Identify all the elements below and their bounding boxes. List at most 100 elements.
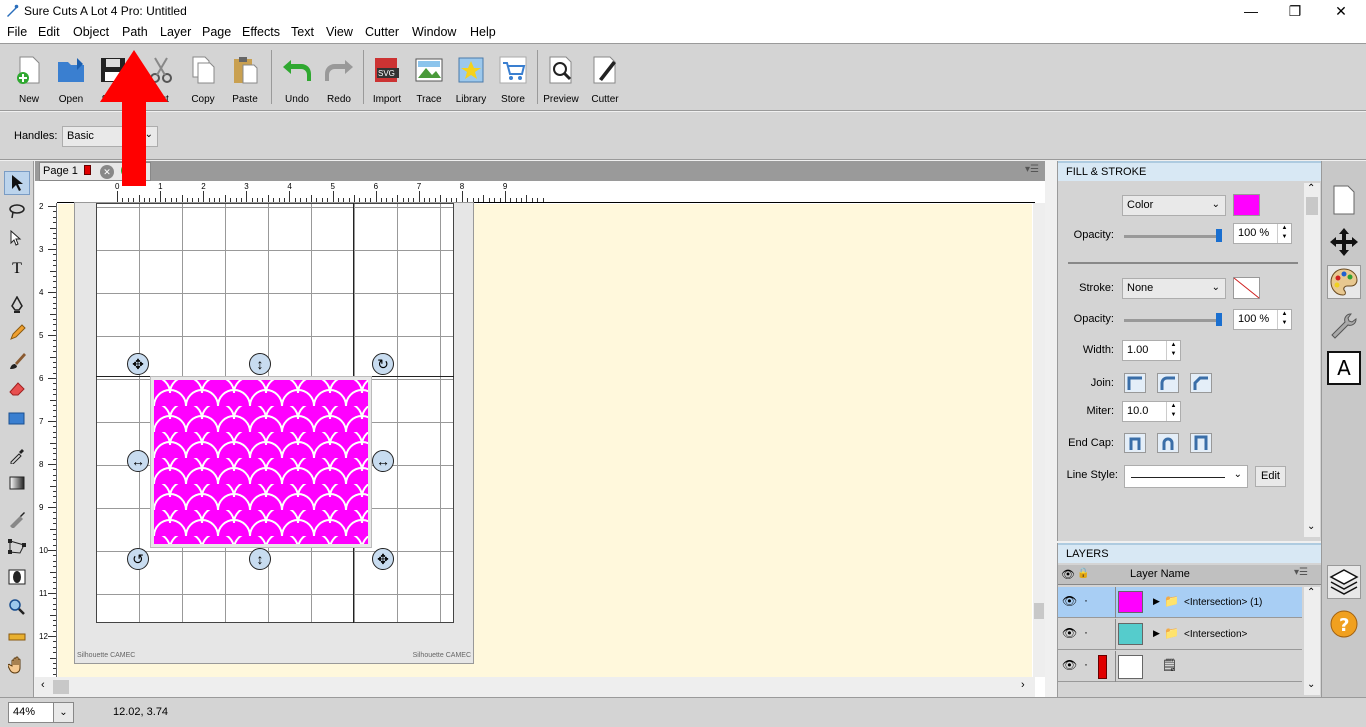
- text-panel-button[interactable]: A: [1327, 351, 1361, 385]
- join-miter-button[interactable]: [1124, 373, 1146, 393]
- join-round-button[interactable]: [1157, 373, 1179, 393]
- chevron-down-icon[interactable]: ⌄: [1307, 521, 1315, 532]
- menu-layer[interactable]: Layer: [160, 25, 191, 39]
- scrollbar-thumb[interactable]: [53, 680, 69, 694]
- cap-square-button[interactable]: [1190, 433, 1212, 453]
- menu-object[interactable]: Object: [73, 25, 109, 39]
- brush-tool[interactable]: [4, 349, 30, 373]
- rotate-handle-bottom-left[interactable]: ↺: [127, 548, 149, 570]
- menu-page[interactable]: Page: [202, 25, 231, 39]
- resize-handle-right[interactable]: ↔: [372, 450, 394, 472]
- select-tool[interactable]: [4, 171, 30, 195]
- paste-button[interactable]: Paste: [224, 50, 266, 108]
- menu-effects[interactable]: Effects: [242, 25, 280, 39]
- expand-triangle-icon[interactable]: ▶: [1153, 628, 1160, 639]
- store-button[interactable]: Store: [492, 50, 534, 108]
- miter-input[interactable]: 10.0 ▲ ▼: [1122, 401, 1181, 422]
- menu-cutter[interactable]: Cutter: [365, 25, 399, 39]
- visibility-eye-icon[interactable]: 👁: [1062, 594, 1077, 608]
- line-style-edit-button[interactable]: Edit: [1255, 466, 1286, 487]
- resize-handle-top[interactable]: ↕: [249, 353, 271, 375]
- gradient-tool[interactable]: [4, 471, 30, 495]
- pencil-tool[interactable]: [4, 321, 30, 345]
- scale-handle-bottom-right[interactable]: ✥: [372, 548, 394, 570]
- cap-round-button[interactable]: [1157, 433, 1179, 453]
- close-button[interactable]: ✕: [1318, 0, 1364, 23]
- menu-text[interactable]: Text: [291, 25, 314, 39]
- stroke-opacity-slider-thumb[interactable]: [1216, 313, 1222, 326]
- lock-toggle[interactable]: ·: [1084, 625, 1088, 639]
- layer-row[interactable]: 👁 · 🗒: [1058, 651, 1302, 682]
- fill-stroke-panel-button[interactable]: [1327, 265, 1361, 299]
- redo-button[interactable]: Redo: [318, 50, 360, 108]
- expand-triangle-icon[interactable]: ▶: [1153, 596, 1160, 607]
- horizontal-scrollbar[interactable]: ‹ ›: [35, 677, 1035, 697]
- eyedropper-tool[interactable]: [4, 443, 30, 467]
- canvas-area[interactable]: 0123456789 2 3 4 5 6 7 8 9 10 11 12 Silhouette CAM…: [35, 181, 1045, 697]
- panel-scrollbar[interactable]: ⌃ ⌄: [1304, 183, 1320, 537]
- layers-scrollbar[interactable]: ⌃ ⌄: [1304, 587, 1320, 695]
- cutter-button[interactable]: Cutter: [584, 50, 626, 108]
- lock-toggle[interactable]: ·: [1084, 657, 1088, 671]
- lock-toggle[interactable]: ·: [1084, 593, 1088, 607]
- pasteboard[interactable]: Silhouette CAMEC Silhouette CAMEC ✥ ↕ ↻ …: [58, 202, 1032, 677]
- menu-file[interactable]: File: [7, 25, 27, 39]
- scrollbar-thumb[interactable]: [1306, 197, 1318, 215]
- document-panel-button[interactable]: [1327, 183, 1361, 217]
- new-button[interactable]: New: [8, 50, 50, 108]
- lasso-tool[interactable]: [4, 199, 30, 223]
- visibility-eye-icon[interactable]: 👁: [1062, 658, 1077, 672]
- weld-tool[interactable]: [4, 565, 30, 589]
- copy-button[interactable]: Copy: [182, 50, 224, 108]
- zoom-tool[interactable]: [4, 595, 30, 619]
- tab-menu-icon[interactable]: ▾☰: [1025, 164, 1039, 175]
- stroke-type-select[interactable]: None ⌄: [1122, 278, 1226, 299]
- scroll-left-icon[interactable]: ‹: [41, 679, 45, 691]
- scale-pattern-shape[interactable]: [154, 380, 368, 544]
- spinner-arrows-icon[interactable]: ▲ ▼: [1277, 310, 1291, 329]
- trace-button[interactable]: Trace: [408, 50, 450, 108]
- stroke-none-swatch-icon[interactable]: [1233, 277, 1260, 299]
- fill-opacity-slider[interactable]: [1124, 235, 1220, 238]
- open-button[interactable]: Open: [50, 50, 92, 108]
- layer-row[interactable]: 👁 · ▶ 📁 <Intersection> (1): [1058, 587, 1302, 618]
- resize-handle-left[interactable]: ↔: [127, 450, 149, 472]
- hand-tool[interactable]: [4, 653, 30, 677]
- preview-button[interactable]: Preview: [540, 50, 582, 108]
- layers-menu-icon[interactable]: ▾☰: [1294, 567, 1308, 578]
- tools-panel-button[interactable]: [1327, 309, 1361, 343]
- spinner-arrows-icon[interactable]: ▲ ▼: [1166, 341, 1180, 360]
- visibility-eye-icon[interactable]: 👁: [1062, 626, 1077, 640]
- layer-row[interactable]: 👁 · ▶ 📁 <Intersection>: [1058, 619, 1302, 650]
- node-edit-tool[interactable]: [4, 227, 30, 251]
- menu-help[interactable]: Help: [470, 25, 496, 39]
- menu-edit[interactable]: Edit: [38, 25, 60, 39]
- chevron-up-icon[interactable]: ⌃: [1307, 183, 1315, 194]
- fill-opacity-slider-thumb[interactable]: [1216, 229, 1222, 242]
- stroke-opacity-slider[interactable]: [1124, 319, 1220, 322]
- chevron-down-icon[interactable]: ⌄: [53, 703, 73, 722]
- undo-button[interactable]: Undo: [276, 50, 318, 108]
- move-handle[interactable]: ✥: [127, 353, 149, 375]
- pen-tool[interactable]: [4, 293, 30, 317]
- fill-type-select[interactable]: Color ⌄: [1122, 195, 1226, 216]
- maximize-button[interactable]: ❐: [1272, 0, 1318, 23]
- menu-path[interactable]: Path: [122, 25, 148, 39]
- scroll-right-icon[interactable]: ›: [1021, 679, 1025, 691]
- rectangle-tool[interactable]: [4, 407, 30, 431]
- minimize-button[interactable]: —: [1228, 0, 1274, 23]
- resize-handle-bottom[interactable]: ↕: [249, 548, 271, 570]
- join-bevel-button[interactable]: [1190, 373, 1212, 393]
- measure-tool[interactable]: [4, 625, 30, 649]
- stroke-opacity-input[interactable]: 100 % ▲ ▼: [1233, 309, 1292, 330]
- library-button[interactable]: Library: [450, 50, 492, 108]
- polygon-tool[interactable]: [4, 535, 30, 559]
- cap-butt-button[interactable]: [1124, 433, 1146, 453]
- eraser-tool[interactable]: [4, 377, 30, 401]
- layers-panel-button[interactable]: [1327, 565, 1361, 599]
- zoom-select[interactable]: 44% ⌄: [8, 702, 74, 723]
- spinner-arrows-icon[interactable]: ▲ ▼: [1277, 224, 1291, 243]
- menu-view[interactable]: View: [326, 25, 353, 39]
- fill-opacity-input[interactable]: 100 % ▲ ▼: [1233, 223, 1292, 244]
- vertical-scrollbar[interactable]: [1033, 203, 1045, 677]
